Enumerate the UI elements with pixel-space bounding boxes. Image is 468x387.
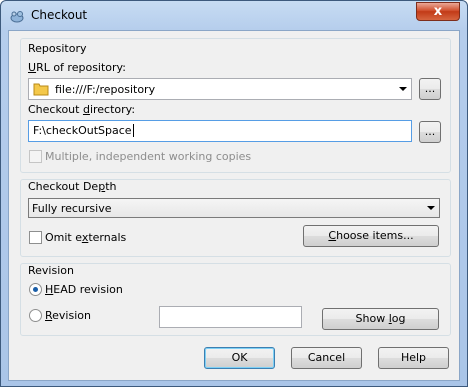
revision-group-title: Revision (28, 264, 74, 277)
revision-input[interactable] (159, 306, 302, 328)
head-revision-radio[interactable] (29, 283, 42, 296)
close-button[interactable]: x (416, 2, 460, 21)
show-log-button[interactable]: Show log (322, 308, 439, 330)
folder-icon (33, 83, 49, 96)
title-bar[interactable]: Checkout x (1, 1, 467, 31)
chevron-down-icon[interactable] (427, 206, 435, 210)
url-browse-button[interactable]: ... (419, 78, 441, 100)
omit-externals-label: Omit externals (45, 231, 127, 244)
multiple-checkbox[interactable] (29, 150, 42, 163)
multiple-label: Multiple, independent working copies (45, 150, 252, 163)
head-revision-label: HEAD revision (45, 283, 123, 296)
url-combobox[interactable]: file:///F:/repository (28, 78, 412, 100)
repository-group-title: Repository (28, 42, 87, 55)
revision-label: Revision (45, 309, 91, 322)
checkout-dir-label: Checkout directory: (28, 103, 136, 116)
radio-selected-dot (33, 287, 38, 292)
ok-button[interactable]: OK (204, 347, 275, 369)
depth-selected-value: Fully recursive (32, 202, 112, 215)
close-icon: x (433, 4, 443, 19)
checkout-dialog: Checkout x Repository URL of repository:… (0, 0, 468, 387)
tortoise-icon (10, 11, 24, 23)
help-button[interactable]: Help (378, 347, 449, 369)
cancel-button[interactable]: Cancel (291, 347, 362, 369)
choose-items-button[interactable]: Choose items... (303, 225, 439, 247)
omit-externals-checkbox[interactable] (29, 231, 42, 244)
checkout-dir-value: F:\checkOutSpace (33, 124, 132, 137)
dir-browse-button[interactable]: ... (419, 121, 441, 143)
url-label: URL of repository: (28, 61, 126, 74)
depth-group-title: Checkout Depth (28, 180, 117, 193)
text-cursor (132, 124, 134, 137)
window-title: Checkout (31, 8, 88, 22)
dialog-client-area: Repository URL of repository: file:///F:… (8, 30, 460, 381)
checkout-dir-input[interactable]: F:\checkOutSpace (28, 120, 412, 142)
url-value: file:///F:/repository (55, 83, 156, 96)
chevron-down-icon[interactable] (399, 87, 407, 91)
depth-select[interactable]: Fully recursive (28, 198, 440, 218)
revision-radio[interactable] (29, 309, 42, 322)
